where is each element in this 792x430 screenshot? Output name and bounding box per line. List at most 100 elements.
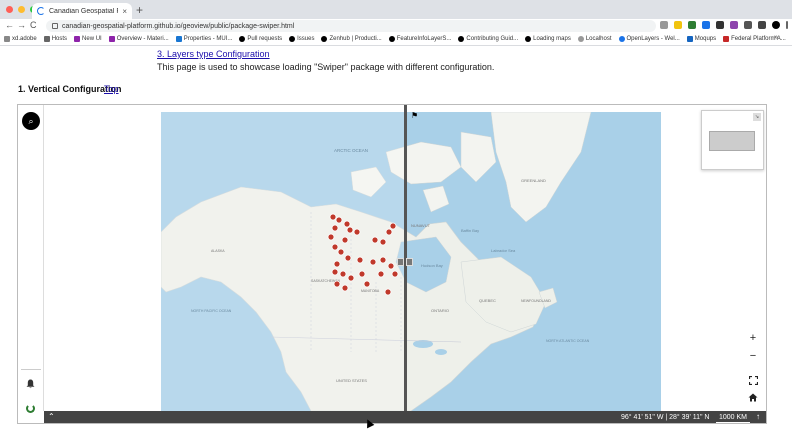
bookmark-item[interactable]: OpenLayers - Wel... <box>618 36 680 42</box>
loading-spinner-icon <box>26 404 35 413</box>
map-marker[interactable] <box>371 236 379 244</box>
layers-config-link[interactable]: 3. Layers type Configuration <box>157 49 270 59</box>
scale-bar[interactable]: 1000 KM <box>716 414 751 423</box>
map-marker[interactable] <box>384 288 392 296</box>
map-marker[interactable] <box>344 254 352 262</box>
reload-button[interactable]: C <box>30 20 37 30</box>
close-window-button[interactable] <box>6 6 13 13</box>
map-marker[interactable] <box>331 243 339 251</box>
bookmark-item[interactable]: Properties - MUI... <box>175 36 232 42</box>
page-description: This page is used to showcase loading "S… <box>157 62 495 72</box>
map-marker[interactable] <box>379 256 387 264</box>
overview-map[interactable]: ↘ <box>701 110 764 170</box>
bookmark-item[interactable]: Localhost <box>577 36 612 42</box>
swiper-handle-right[interactable] <box>406 258 413 266</box>
tab-favicon-icon <box>37 7 45 15</box>
bookmark-item[interactable]: Overview - Materi... <box>108 36 169 42</box>
lock-icon <box>52 23 58 29</box>
swiper-handle[interactable] <box>397 258 413 266</box>
footer-expand-button[interactable]: ⌃ <box>48 412 55 421</box>
overview-toggle-icon[interactable]: ↘ <box>753 113 761 121</box>
new-tab-button[interactable]: + <box>136 3 143 17</box>
map-marker[interactable] <box>347 274 355 282</box>
bookmarks-overflow-button[interactable]: » <box>774 34 778 41</box>
bookmark-item[interactable]: FeatureInfoLayerS... <box>388 36 451 42</box>
map-marker[interactable] <box>337 248 345 256</box>
map-marker[interactable] <box>333 280 341 288</box>
baffin-bay-label: Baffin Bay <box>461 228 479 233</box>
tab-close-button[interactable]: × <box>122 7 127 16</box>
swiper-handle-left[interactable] <box>397 258 404 266</box>
ontario-label: ONTARIO <box>431 308 449 313</box>
browser-menu-icon[interactable] <box>786 21 788 29</box>
home-icon <box>748 393 758 401</box>
search-icon: ⌕ <box>28 115 34 126</box>
extensions-bar <box>660 21 788 29</box>
map-marker[interactable] <box>358 270 366 278</box>
url-bar[interactable]: canadian-geospatial-platform.github.io/g… <box>46 20 656 32</box>
quebec-label: QUEBEC <box>479 298 496 303</box>
bookmark-item[interactable]: Contributing Guid... <box>458 36 518 42</box>
map-marker[interactable] <box>389 222 397 230</box>
browser-tab[interactable]: Canadian Geospatial Platform × <box>32 3 132 19</box>
bookmark-item[interactable]: Issues <box>289 36 314 42</box>
map-marker[interactable] <box>341 284 349 292</box>
back-button[interactable]: ← <box>5 20 14 30</box>
map-marker[interactable] <box>385 228 393 236</box>
side-panel-icon[interactable] <box>758 21 766 29</box>
map-marker[interactable] <box>331 224 339 232</box>
hudson-bay-label: Hudson Bay <box>421 263 443 268</box>
minimize-window-button[interactable] <box>18 6 25 13</box>
top-link[interactable]: Top <box>104 84 119 94</box>
search-button[interactable]: ⌕ <box>22 112 40 130</box>
newfoundland-label: NEWFOUNDLAND <box>521 299 551 303</box>
bookmark-item[interactable]: Zenhub | Producti... <box>321 36 382 42</box>
map-marker[interactable] <box>379 238 387 246</box>
map-marker[interactable] <box>363 280 371 288</box>
bookmark-item[interactable]: xd.adobe <box>4 36 37 42</box>
map-marker[interactable] <box>369 258 377 266</box>
zoom-out-button[interactable]: − <box>745 348 761 364</box>
home-button[interactable] <box>745 389 761 405</box>
bookmark-item[interactable]: Loading maps <box>525 36 571 42</box>
share-icon[interactable] <box>660 21 668 29</box>
extension-icon[interactable] <box>730 21 738 29</box>
zoom-in-button[interactable]: + <box>745 330 761 346</box>
address-bar-row: ← → C canadian-geospatial-platform.githu… <box>0 19 792 33</box>
forward-button[interactable]: → <box>17 20 26 30</box>
bookmark-item[interactable]: Moqups <box>686 36 716 42</box>
map-marker[interactable] <box>387 262 395 270</box>
bookmark-item[interactable]: Pull requests <box>239 36 282 42</box>
map-marker[interactable] <box>356 256 364 264</box>
extension-icon[interactable] <box>702 21 710 29</box>
manitoba-label: MANITOBA <box>361 289 380 293</box>
map-marker[interactable] <box>329 213 337 221</box>
profile-avatar[interactable] <box>772 21 780 29</box>
map-marker[interactable] <box>333 260 341 268</box>
map-marker[interactable] <box>335 216 343 224</box>
extension-icon[interactable] <box>716 21 724 29</box>
mouse-coordinates[interactable]: 96° 41' 51" W | 28° 39' 11" N <box>621 414 709 421</box>
bookmark-item[interactable]: Hosts <box>43 36 67 42</box>
app-bar-divider <box>21 369 41 370</box>
map-marker[interactable] <box>341 236 349 244</box>
notifications-bell-icon[interactable] <box>26 379 35 391</box>
bookmark-star-icon[interactable] <box>674 21 682 29</box>
map-marker[interactable] <box>343 220 351 228</box>
fullscreen-button[interactable] <box>745 372 761 388</box>
map-marker[interactable] <box>391 270 399 278</box>
map-marker[interactable] <box>339 270 347 278</box>
extension-icon[interactable] <box>688 21 696 29</box>
map-marker[interactable] <box>327 233 335 241</box>
map-viewer: ⌕ ARCTIC OCEAN NUNAVUT Baffin Bay Hudson… <box>17 104 767 424</box>
tab-title: Canadian Geospatial Platform <box>49 7 118 15</box>
map-marker[interactable] <box>346 226 354 234</box>
map-marker[interactable] <box>331 268 339 276</box>
map-footer-bar: ⌃ 96° 41' 51" W | 28° 39' 11" N 1000 KM … <box>44 411 766 423</box>
arctic-ocean-label: ARCTIC OCEAN <box>334 148 368 153</box>
north-arrow-icon[interactable]: ↑ <box>756 412 760 421</box>
map-marker[interactable] <box>353 228 361 236</box>
bookmark-item[interactable]: New UI <box>74 36 102 42</box>
map-marker[interactable] <box>377 270 385 278</box>
extensions-puzzle-icon[interactable] <box>744 21 752 29</box>
